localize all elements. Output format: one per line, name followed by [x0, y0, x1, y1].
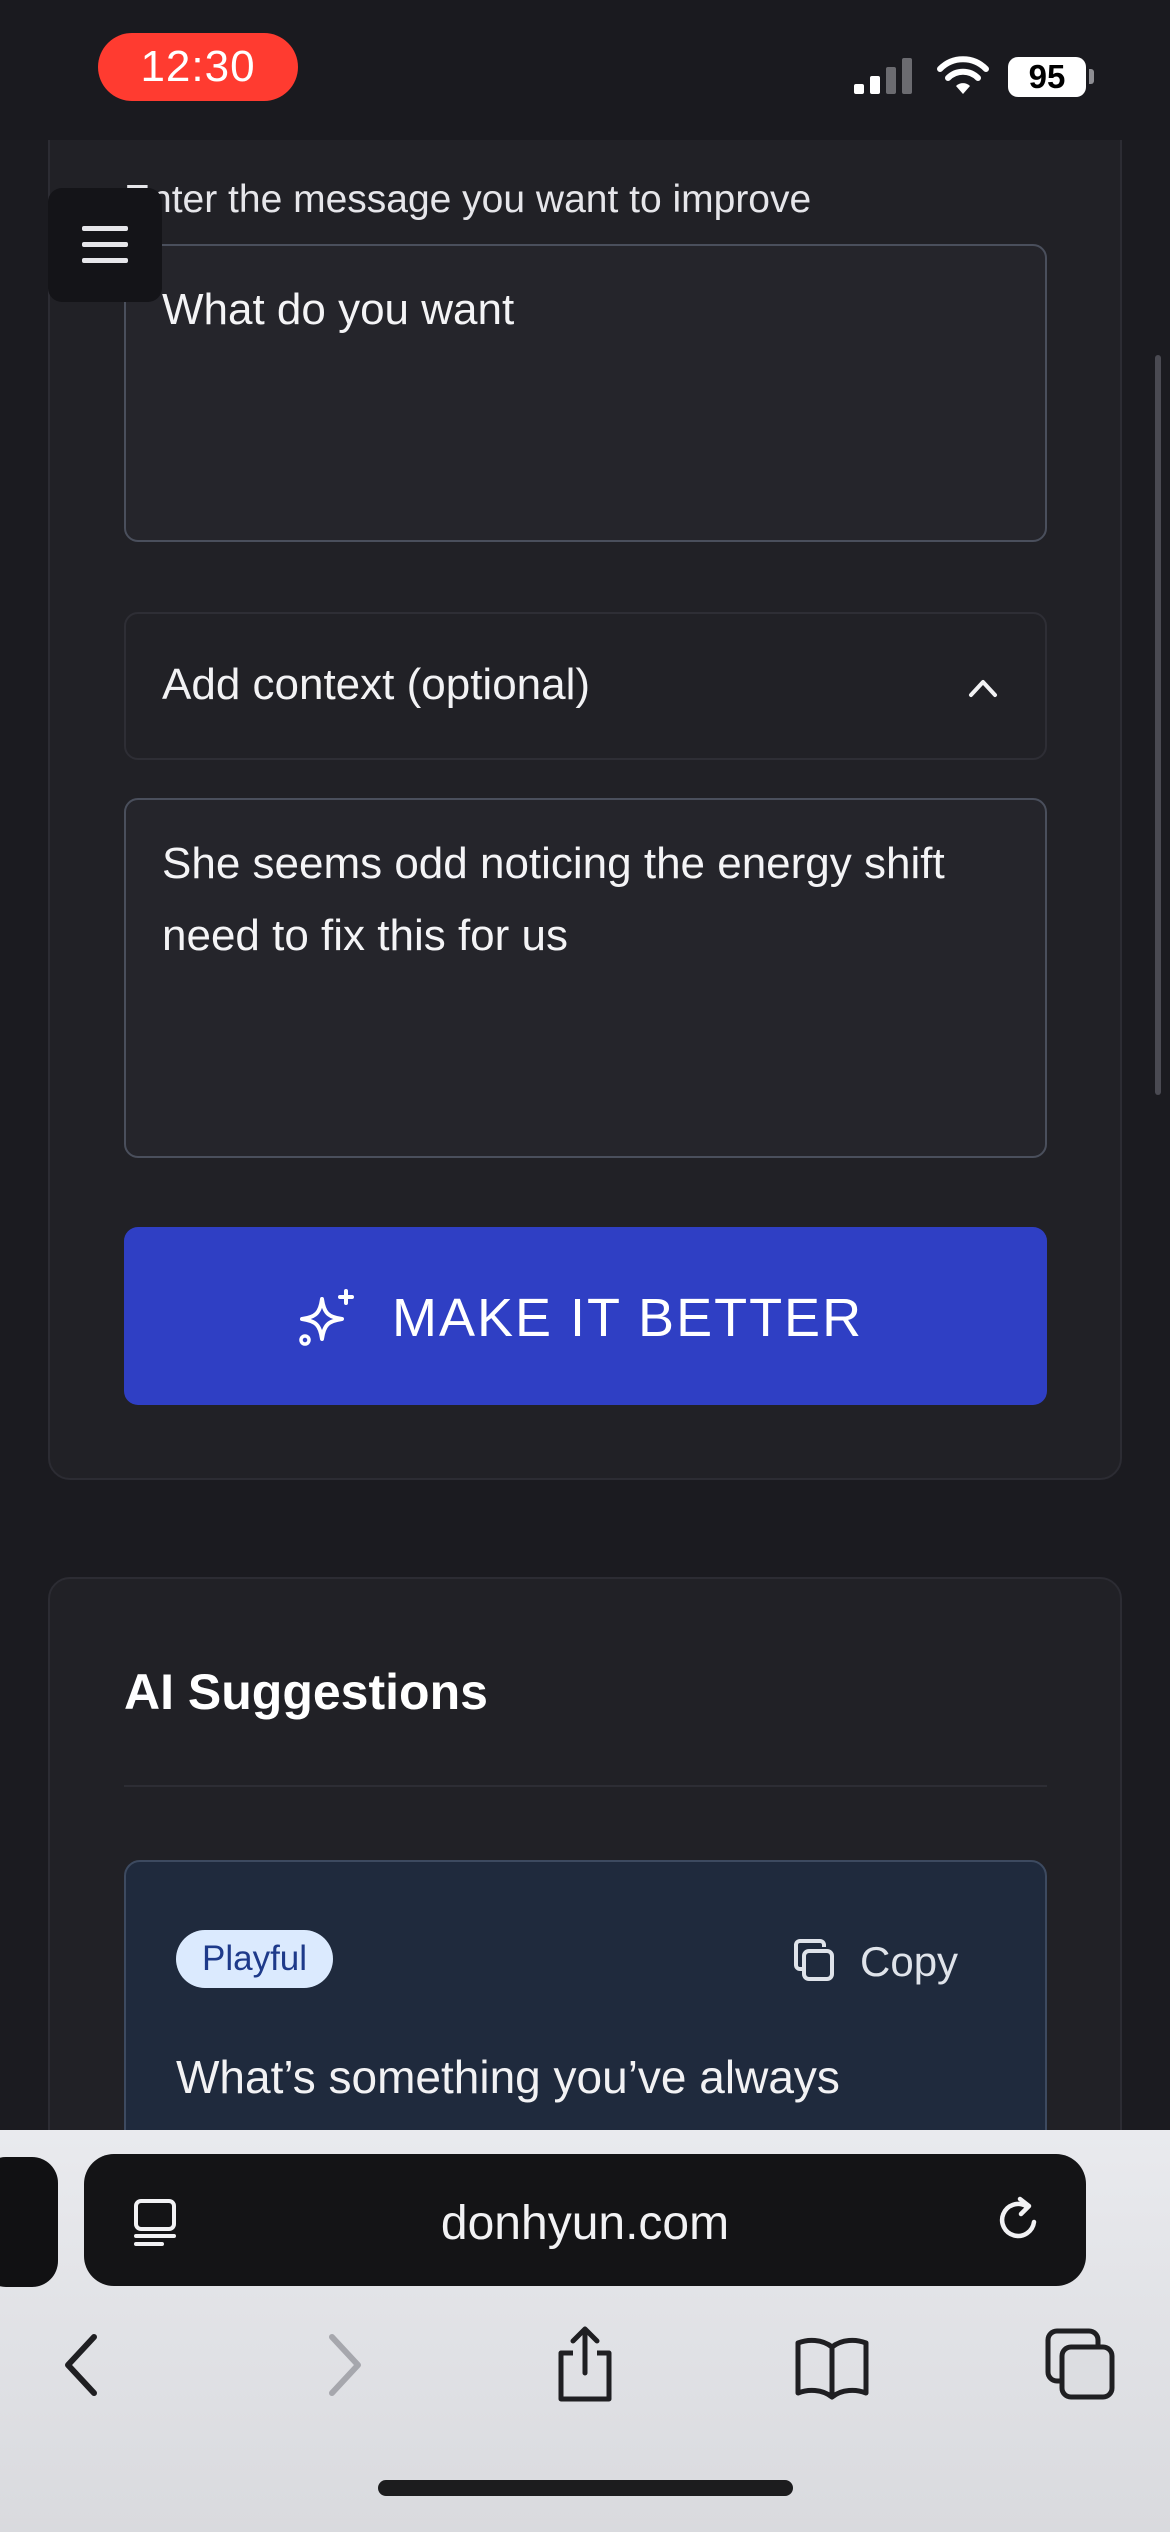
reload-icon[interactable] — [992, 2194, 1044, 2246]
bookmarks-button[interactable] — [792, 2325, 872, 2405]
divider — [124, 1785, 1047, 1787]
hamburger-menu-button[interactable] — [48, 188, 162, 302]
tabs-button[interactable] — [1040, 2325, 1120, 2405]
back-button[interactable] — [46, 2325, 126, 2405]
forward-button[interactable] — [300, 2325, 380, 2405]
suggestion-text: What’s something you’ve always — [176, 2051, 840, 2103]
copy-button[interactable]: Copy — [790, 1930, 990, 1988]
make-it-better-button[interactable]: MAKE IT BETTER — [124, 1227, 1047, 1405]
tone-badge: Playful — [176, 1930, 334, 1988]
web-page: Enter the message you want to improve Wh… — [0, 140, 1170, 2130]
context-input[interactable]: She seems odd noticing the energy shift … — [124, 798, 1047, 1158]
forward-icon — [329, 2334, 361, 2396]
battery-tip — [1089, 69, 1094, 84]
back-icon — [65, 2334, 97, 2396]
ai-suggestions-title: AI Suggestions — [124, 1664, 488, 1720]
message-label: Enter the message you want to improve — [124, 178, 812, 221]
page-scrollbar[interactable] — [1155, 355, 1161, 1095]
share-icon — [558, 2326, 612, 2402]
copy-label: Copy — [860, 1938, 959, 1985]
status-bar: 12:30 95 — [0, 0, 1170, 140]
bookmarks-icon — [795, 2337, 869, 2400]
suggestion-item: Playful Copy What’s something you’ve alw… — [124, 1860, 1047, 2130]
battery-icon: 95 — [1008, 57, 1086, 97]
add-context-toggle[interactable]: Add context (optional) — [124, 612, 1047, 760]
wifi-icon — [937, 56, 989, 94]
browser-toolbar: donhyun.com — [0, 2130, 1170, 2532]
make-it-better-label: MAKE IT BETTER — [392, 1288, 864, 1348]
message-input[interactable]: What do you want — [124, 244, 1047, 542]
share-button[interactable] — [545, 2325, 625, 2405]
tabs-icon — [1045, 2328, 1115, 2400]
url-text: donhyun.com — [440, 2197, 730, 2250]
adjacent-tab-preview[interactable] — [0, 2157, 58, 2287]
status-time: 12:30 — [98, 33, 298, 101]
sparkle-icon — [299, 1289, 354, 1346]
chevron-up-icon — [969, 680, 997, 697]
signal-icon — [854, 58, 912, 94]
address-bar[interactable]: donhyun.com — [84, 2154, 1086, 2286]
add-context-label: Add context (optional) — [162, 660, 591, 709]
home-indicator[interactable] — [378, 2480, 793, 2496]
phone-screen: 12:30 95 Enter the message you want to i… — [0, 0, 1170, 2532]
menu-icon — [82, 226, 128, 263]
copy-icon — [794, 1939, 834, 1981]
